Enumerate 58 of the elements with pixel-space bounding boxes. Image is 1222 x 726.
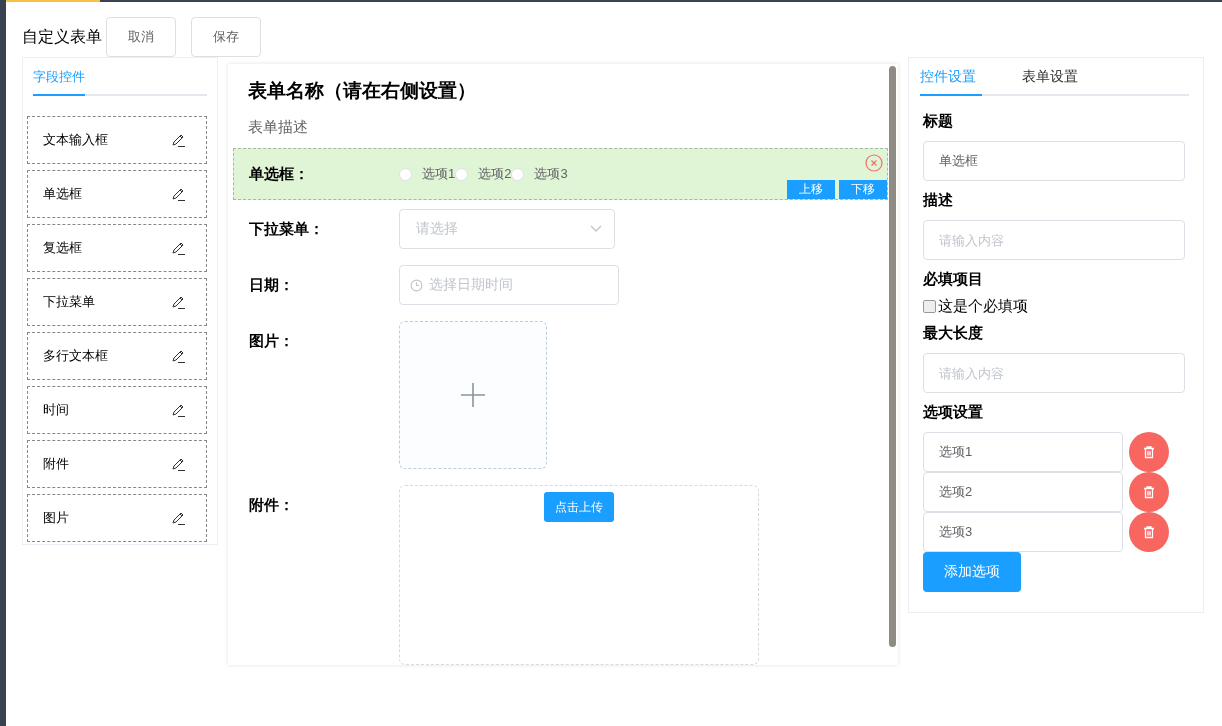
palette-item[interactable]: 时间 xyxy=(27,386,207,434)
palette-item[interactable]: 图片 xyxy=(27,494,207,542)
option-input-field[interactable]: 选项1 xyxy=(923,432,1123,472)
radio-option[interactable]: 选项3 xyxy=(511,165,568,183)
palette-item[interactable]: 多行文本框 xyxy=(27,332,207,380)
delete-button[interactable] xyxy=(1129,472,1169,512)
selected-field-row[interactable]: 单选框： 选项1 选项2 选项3 上移 下移 xyxy=(233,148,888,200)
palette-item[interactable]: 附件 xyxy=(27,440,207,488)
setting-label: 最大长度 xyxy=(923,324,983,343)
field-label: 图片： xyxy=(249,331,295,351)
pencil-icon xyxy=(171,348,186,364)
field-row[interactable]: 附件： 点击上传 xyxy=(233,484,888,666)
radio-option[interactable]: 选项2 xyxy=(455,165,512,183)
field-label: 下拉菜单： xyxy=(249,219,325,239)
radio-option[interactable]: 选项1 xyxy=(399,165,456,183)
form-description: 表单描述 xyxy=(247,118,309,137)
setting-label: 必填项目 xyxy=(923,270,983,289)
setting-label: 描述 xyxy=(923,191,953,210)
text-input-field[interactable]: 请输入内容 xyxy=(923,353,1185,393)
field-row[interactable]: 下拉菜单： 请选择 xyxy=(233,208,888,250)
field-row[interactable]: 日期： 选择日期时间 xyxy=(233,264,888,306)
pencil-icon xyxy=(171,456,186,472)
pencil-icon xyxy=(171,294,186,310)
pencil-icon xyxy=(171,186,186,202)
field-label: 日期： xyxy=(249,275,295,295)
delete-button[interactable] xyxy=(1129,432,1169,472)
field-label: 单选框： xyxy=(249,164,310,184)
palette-item[interactable]: 单选框 xyxy=(27,170,207,218)
trash-icon xyxy=(1142,525,1156,539)
setting-label: 标题 xyxy=(923,112,953,131)
pencil-icon xyxy=(171,240,186,256)
pencil-icon xyxy=(171,402,186,418)
settings-tab[interactable]: 表单设置 xyxy=(1022,68,1084,96)
header-button[interactable]: 保存 xyxy=(191,17,261,57)
header-button[interactable]: 取消 xyxy=(106,17,176,57)
clock-icon xyxy=(410,278,423,292)
field-row[interactable]: 图片： xyxy=(233,320,888,470)
field-label: 附件： xyxy=(249,495,295,515)
required-checkbox[interactable]: 这是个必填项 xyxy=(923,297,1028,316)
trash-icon xyxy=(1142,485,1156,499)
close-icon[interactable] xyxy=(865,154,883,172)
form-title: 表单名称（请在右侧设置） xyxy=(247,79,477,103)
text-input-field[interactable]: 请输入内容 xyxy=(923,220,1185,260)
option-input-field[interactable]: 选项3 xyxy=(923,512,1123,552)
setting-label: 选项设置 xyxy=(923,403,983,422)
palette-item[interactable]: 复选框 xyxy=(27,224,207,272)
pencil-icon xyxy=(171,510,186,526)
scrollbar[interactable] xyxy=(889,66,896,647)
option-input-field[interactable]: 选项2 xyxy=(923,472,1123,512)
trash-icon xyxy=(1142,445,1156,459)
text-input-field[interactable]: 单选框 xyxy=(923,141,1185,181)
page-title: 自定义表单 xyxy=(22,26,102,47)
chevron-down-icon xyxy=(590,225,602,233)
plus-icon xyxy=(460,382,486,408)
delete-button[interactable] xyxy=(1129,512,1169,552)
palette-item[interactable]: 文本输入框 xyxy=(27,116,207,164)
pencil-icon xyxy=(171,132,186,148)
palette-item[interactable]: 下拉菜单 xyxy=(27,278,207,326)
